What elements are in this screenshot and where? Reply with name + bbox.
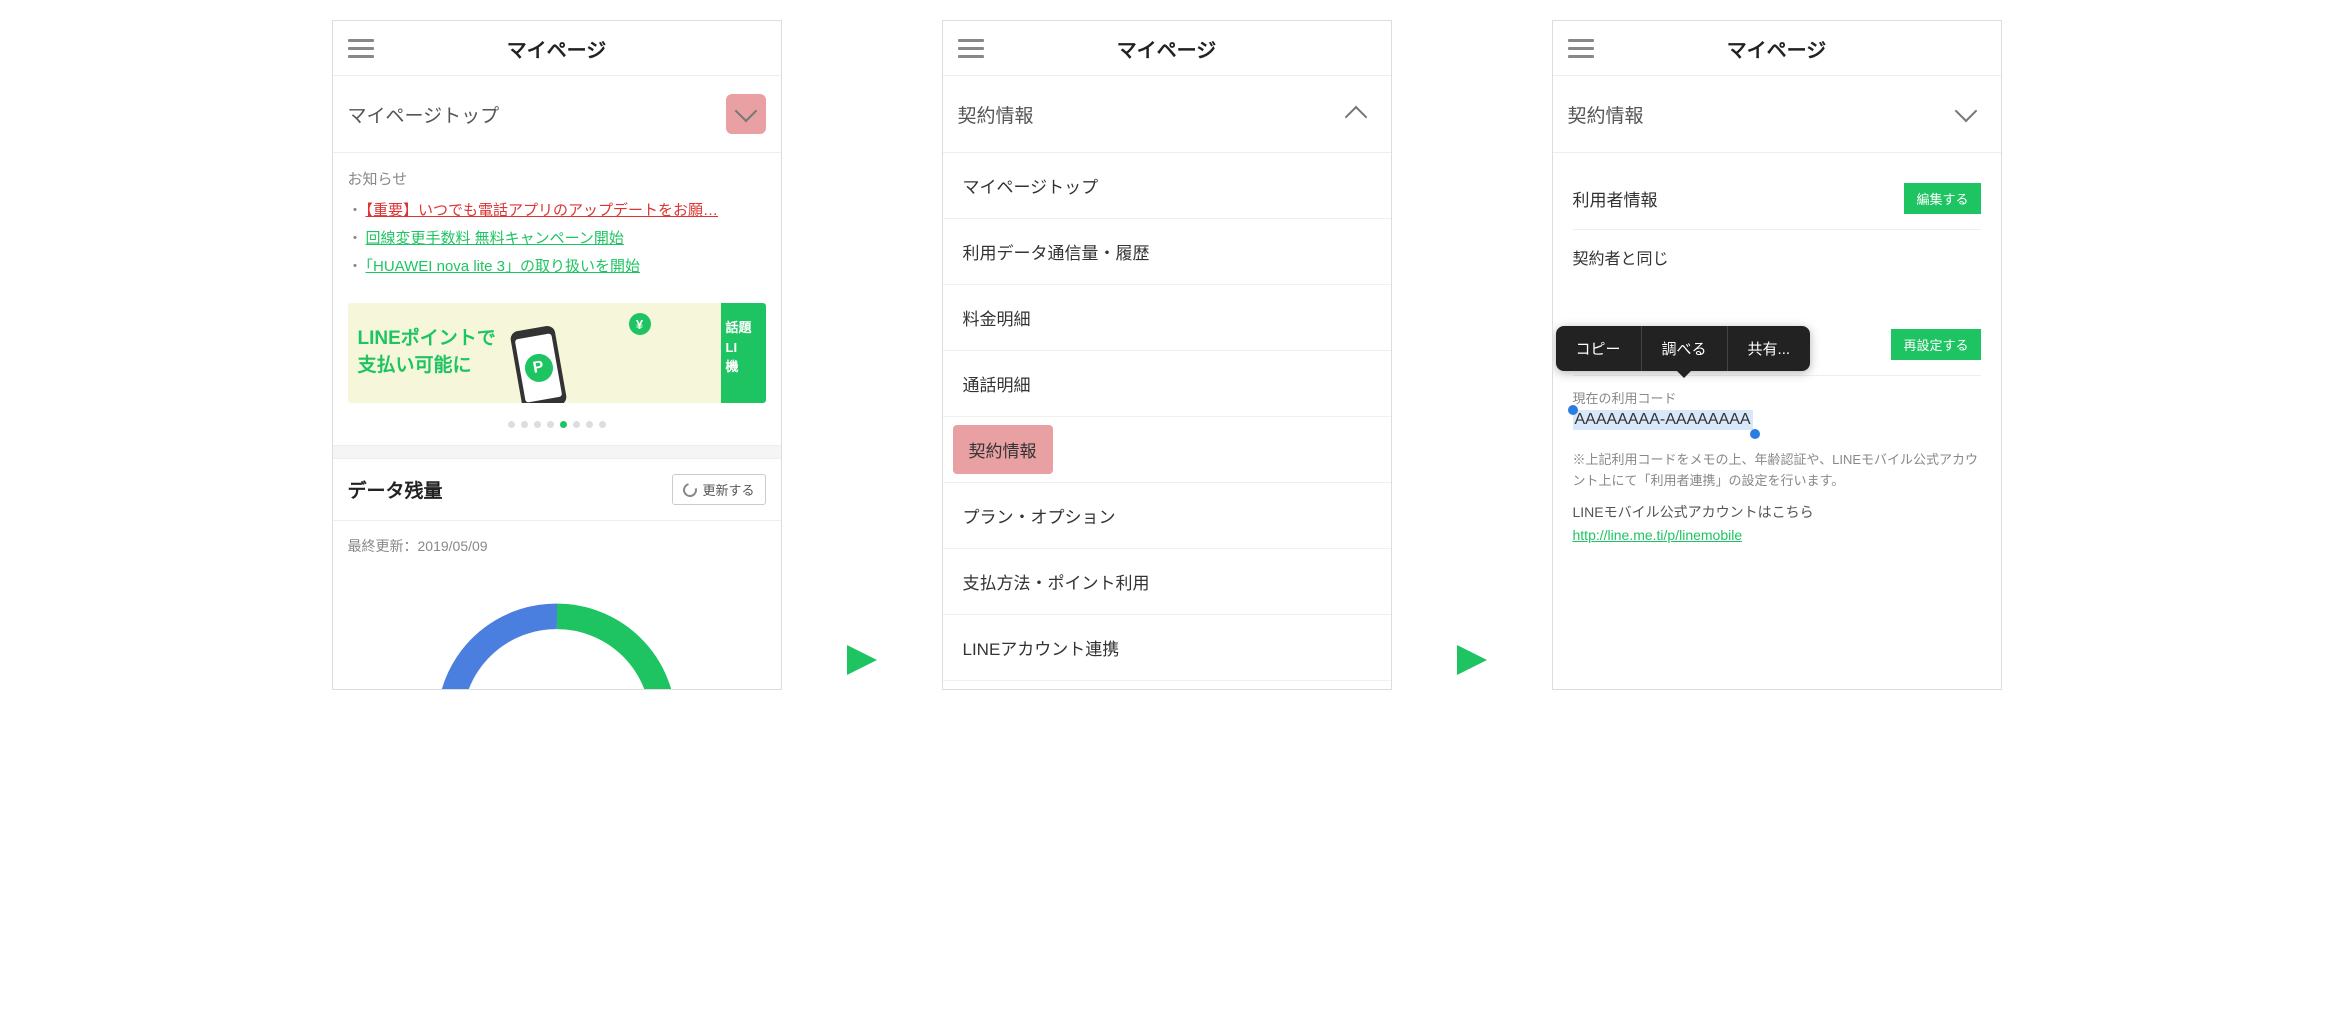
menu-item-billing[interactable]: 料金明細	[943, 285, 1391, 351]
refresh-icon	[681, 480, 700, 499]
header: マイページ	[1553, 21, 2001, 76]
selection-handle-start[interactable]	[1568, 405, 1578, 415]
usage-code-note: ※上記利用コードをメモの上、年齢認証や、LINEモバイル公式アカウント上にて「利…	[1573, 430, 1981, 502]
section-header[interactable]: 契約情報	[1553, 76, 2001, 153]
menu-item-plan[interactable]: プラン・オプション	[943, 483, 1391, 549]
data-donut-chart: データ残量	[333, 571, 781, 690]
banner-text: LINEポイントで支払い可能に	[358, 326, 496, 379]
last-update: 最終更新：2019/05/09	[333, 521, 781, 571]
data-remaining-title: データ残量	[348, 476, 443, 503]
section-header[interactable]: マイページトップ	[333, 76, 781, 153]
text-selection-context-menu: コピー 調べる 共有...	[1556, 326, 1811, 371]
menu-item-line-link[interactable]: LINEアカウント連携	[943, 615, 1391, 681]
notice-heading: お知らせ	[348, 168, 766, 189]
menu-item-call-detail[interactable]: 通話明細	[943, 351, 1391, 417]
menu-item-contract[interactable]: 契約情報	[953, 425, 1053, 474]
notice-section: お知らせ 【重要】いつでも電話アプリのアップデートをお願… 回線変更手数料 無料…	[333, 153, 781, 298]
carousel-dots[interactable]	[333, 403, 781, 445]
section-label: マイページトップ	[348, 101, 500, 128]
chevron-down-icon	[734, 100, 757, 123]
banner-side: 話題LI機	[721, 303, 766, 403]
screen-2-menu: マイページ 契約情報 マイページトップ 利用データ通信量・履歴 料金明細 通話明…	[942, 20, 1392, 690]
collapse-button[interactable]	[1336, 94, 1376, 134]
promo-banner[interactable]: LINEポイントで支払い可能に ¥ P 話題LI機	[348, 303, 766, 403]
nav-menu: マイページトップ 利用データ通信量・履歴 料金明細 通話明細 契約情報 プラン・…	[943, 153, 1391, 681]
context-lookup[interactable]: 調べる	[1642, 326, 1728, 371]
section-divider	[333, 445, 781, 459]
chevron-down-icon	[1954, 100, 1977, 123]
official-account-link[interactable]: http://line.me.ti/p/linemobile	[1573, 527, 1743, 543]
yen-badge-icon: ¥	[629, 313, 651, 335]
refresh-button[interactable]: 更新する	[672, 474, 765, 505]
data-header: データ残量 更新する	[333, 459, 781, 521]
usage-code-section: 利用コード 再設定する コピー 調べる 共有... 現在の利用コード AAAAA…	[1553, 314, 2001, 545]
screen-1-mypage-top: マイページ マイページトップ お知らせ 【重要】いつでも電話アプリのアップデート…	[332, 20, 782, 690]
user-info-label: 利用者情報	[1573, 186, 1658, 211]
expand-button[interactable]	[726, 94, 766, 134]
reset-button[interactable]: 再設定する	[1891, 329, 1980, 360]
context-copy[interactable]: コピー	[1556, 326, 1642, 371]
section-label: 契約情報	[1568, 101, 1644, 128]
selection-handle-end[interactable]	[1750, 429, 1760, 439]
official-account-label: LINEモバイル公式アカウントはこちら	[1573, 502, 1981, 527]
point-icon: P	[522, 352, 554, 384]
page-title: マイページ	[1568, 34, 1986, 63]
edit-button[interactable]: 編集する	[1904, 183, 1980, 214]
expand-button[interactable]	[1946, 94, 1986, 134]
page-title: マイページ	[958, 34, 1376, 63]
header: マイページ	[333, 21, 781, 76]
banner-phone-graphic: P	[501, 308, 561, 398]
usage-code-value[interactable]: AAAAAAAA-AAAAAAAA	[1573, 410, 1753, 430]
menu-item-data-usage[interactable]: 利用データ通信量・履歴	[943, 219, 1391, 285]
section-header[interactable]: 契約情報	[943, 76, 1391, 153]
flow-arrow-icon	[1452, 640, 1492, 685]
context-share[interactable]: 共有...	[1728, 326, 1811, 371]
user-info-row: 利用者情報 編集する	[1573, 168, 1981, 230]
flow-arrow-icon	[842, 640, 882, 685]
user-info-value: 契約者と同じ	[1573, 230, 1981, 299]
notice-item[interactable]: 回線変更手数料 無料キャンペーン開始	[348, 227, 766, 248]
current-code-label: 現在の利用コード	[1573, 376, 1981, 407]
header: マイページ	[943, 21, 1391, 76]
notice-list: 【重要】いつでも電話アプリのアップデートをお願… 回線変更手数料 無料キャンペー…	[348, 199, 766, 276]
menu-item-payment[interactable]: 支払方法・ポイント利用	[943, 549, 1391, 615]
menu-item-mypage-top[interactable]: マイページトップ	[943, 153, 1391, 219]
chevron-up-icon	[1344, 106, 1367, 129]
notice-item[interactable]: 「HUAWEI nova lite 3」の取り扱いを開始	[348, 255, 766, 276]
page-title: マイページ	[348, 34, 766, 63]
section-label: 契約情報	[958, 101, 1034, 128]
notice-item[interactable]: 【重要】いつでも電話アプリのアップデートをお願…	[348, 199, 766, 220]
screen-3-contract-info: マイページ 契約情報 利用者情報 編集する 契約者と同じ 利用コード 再設定する…	[1552, 20, 2002, 690]
menu-item-contract-wrap: 契約情報	[943, 417, 1391, 483]
banner-main: LINEポイントで支払い可能に ¥ P	[348, 303, 721, 403]
user-info-section: 利用者情報 編集する 契約者と同じ	[1553, 153, 2001, 314]
